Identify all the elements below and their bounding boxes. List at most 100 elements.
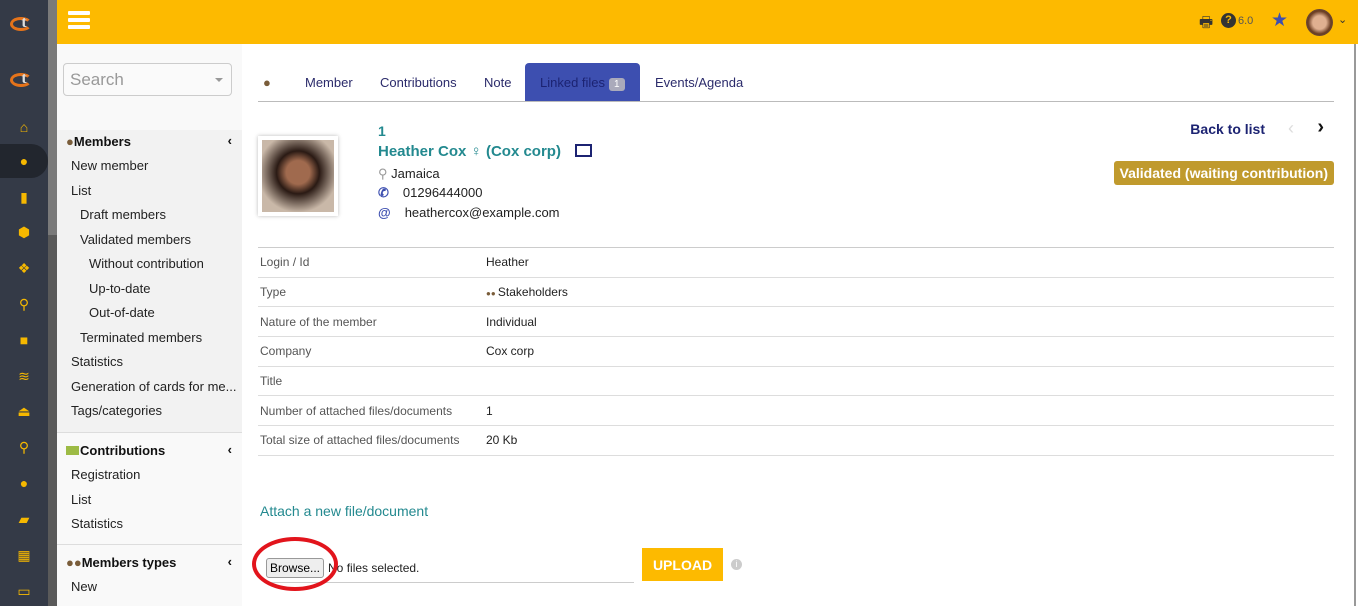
menu-icon[interactable] [68,11,90,29]
ticket-icon[interactable]: ▭ [0,574,48,608]
table-row: Type ●● Stakeholders [258,277,1334,308]
menu-item[interactable]: Out-of-date [57,301,242,326]
table-row: Number of attached files/documents 1 [258,395,1334,427]
box-icon[interactable]: ⬢ [0,215,48,249]
field-value: Heather [486,247,1334,278]
contributions-header[interactable]: Contributions ‹ [57,439,242,463]
tab-events-agenda[interactable]: Events/Agenda [655,63,743,101]
version-label: 6.0 [1238,15,1254,27]
member-name-line: Heather Cox ♀ (Cox corp) [378,143,593,160]
menu-item[interactable]: Tags/categories [57,399,242,424]
field-value: 1 [486,395,1334,427]
menu-item[interactable]: Statistics [57,350,242,375]
files-count-badge: 1 [609,78,625,91]
user-tie-icon[interactable]: ● [0,466,48,500]
menu-item[interactable]: Up-to-date [57,277,242,302]
upload-button[interactable]: UPLOAD [642,548,723,581]
menu-item[interactable]: Registration [57,463,242,488]
chevron-down-icon[interactable]: ⌄ [1338,13,1347,26]
table-row: Total size of attached files/documents 20… [258,425,1334,456]
print-icon[interactable]: 🖶 [1199,12,1213,37]
field-label: Nature of the member [258,306,486,338]
member-details-table: Login / Id Heather Type ●● Stakeholders Natu… [258,247,1334,456]
attach-file-title: Attach a new file/document [260,503,429,519]
table-row: Title [258,366,1334,397]
folder-open-icon[interactable]: ▰ [0,502,48,536]
menu-item[interactable]: Validated members [57,228,242,253]
members-title: Members [73,134,131,149]
bank-icon[interactable]: ⏏ [0,394,48,428]
search-input[interactable]: Search [63,63,232,96]
tab-member[interactable]: Member [305,63,353,101]
field-value: 20 Kb [486,425,1334,456]
field-value-text: Cox corp [486,344,535,359]
member-company: (Cox corp) [485,143,561,160]
back-to-list-link[interactable]: Back to list [1190,121,1265,137]
previous-icon[interactable]: ‹ [1288,118,1294,139]
info-icon[interactable]: i [731,559,742,570]
member-email-line: @ heathercox@example.com [378,205,560,220]
menu-item[interactable]: New member [57,154,242,179]
phone-icon: ✆ [378,185,389,200]
contribution-card-icon [66,446,79,455]
table-row: Login / Id Heather [258,247,1334,278]
field-value-text: 20 Kb [486,433,518,448]
member-types-header[interactable]: ●●Members types ‹ [57,551,242,575]
company-logo: t [10,70,38,90]
member-phone[interactable]: 01296444000 [403,185,483,200]
users-icon: ●● [486,289,498,299]
menu-item[interactable]: Generation of cards for me... [57,375,242,400]
user-icon: ● [66,134,74,149]
at-icon: @ [378,205,391,220]
tab-linked-files[interactable]: Linked files 1 [525,63,640,101]
star-icon[interactable]: ★ [1271,9,1288,32]
sitemap-icon[interactable]: ⚲ [0,287,48,321]
user-avatar[interactable] [1306,9,1333,36]
field-label: Login / Id [258,247,486,278]
user-icon[interactable]: ● [0,144,48,178]
field-value-text[interactable]: Stakeholders [498,285,568,299]
member-name: Heather Cox [378,143,467,160]
id-card-icon[interactable] [575,144,593,157]
tab-note[interactable]: Note [484,63,511,101]
members-header[interactable]: ●Members ‹ [57,130,242,154]
menu-item[interactable]: Without contribution [57,252,242,277]
chevron-left-icon[interactable]: ‹ [228,442,232,457]
chevron-left-icon[interactable]: ‹ [228,133,232,148]
map-marker-icon: ⚲ [378,166,388,181]
annotation-circle [252,537,338,591]
help-icon[interactable]: ? [1221,13,1236,28]
icon-sidebar: t t ⌂ ● ▮ ⬢ ❖ ⚲ ■ ≋ ⏏ ⚲ ● ▰ ▦ ▭ [0,0,48,606]
search-dollar-icon[interactable]: ⚲ [0,430,48,464]
cubes-icon[interactable]: ❖ [0,251,48,285]
field-label: Total size of attached files/documents [258,425,486,456]
tab-bar: ● Member Contributions Note Linked files… [258,63,1334,102]
users-icon: ●● [66,555,82,570]
menu-item[interactable]: List [57,488,242,513]
menu-item[interactable]: Draft members [57,203,242,228]
sidebar-scrollbar[interactable] [48,0,57,606]
chevron-left-icon[interactable]: ‹ [228,554,232,569]
tab-contributions[interactable]: Contributions [380,63,457,101]
menu-item[interactable]: Statistics [57,512,242,537]
field-value: Cox corp [486,336,1334,367]
field-label: Title [258,366,486,397]
menu-item[interactable]: New [57,575,242,600]
building-icon[interactable]: ▮ [0,180,48,214]
coins-icon[interactable]: ≋ [0,359,48,393]
briefcase-icon[interactable]: ■ [0,323,48,357]
next-icon[interactable]: › [1317,116,1324,139]
menu-item[interactable]: List [57,179,242,204]
member-country-line: ⚲ Jamaica [378,166,440,182]
field-label: Company [258,336,486,367]
calendar-icon[interactable]: ▦ [0,538,48,572]
tab-label: Linked files [540,75,606,90]
home-icon[interactable]: ⌂ [0,110,48,144]
member-id: 1 [378,123,386,139]
no-file-label: No files selected. [328,561,420,575]
menu-item[interactable]: Terminated members [57,326,242,351]
app-logo[interactable]: t [10,14,38,34]
field-value-text: Individual [486,314,537,329]
page-scrollbar[interactable] [1354,44,1356,606]
member-email[interactable]: heathercox@example.com [405,205,560,220]
